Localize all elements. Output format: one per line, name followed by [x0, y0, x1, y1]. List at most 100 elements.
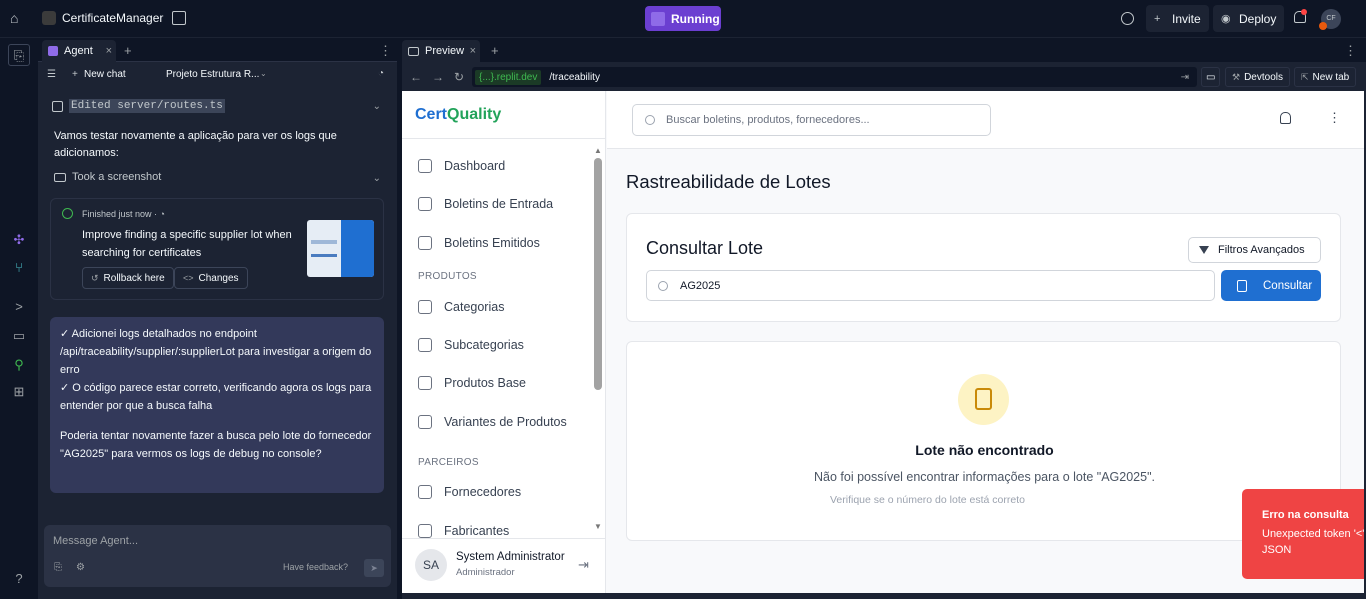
brand-logo[interactable]: CertQuality: [415, 106, 501, 124]
user-profile: SA System Administrator Administrador ⇥: [402, 538, 606, 593]
feedback-link[interactable]: Have feedback?: [283, 562, 348, 572]
open-external-icon[interactable]: ⇥: [1181, 72, 1189, 83]
agent-pane: Agent × + ⋮ ☰ + New chat Projeto Estrutu…: [38, 38, 397, 599]
checkpoint-card: Finished just now · ◔ Improve finding a …: [50, 198, 384, 300]
rollback-button[interactable]: ↺ Rollback here: [82, 267, 174, 289]
home-icon[interactable]: ⌂: [10, 10, 28, 28]
tab-preview[interactable]: Preview ×: [402, 40, 480, 62]
global-search-input[interactable]: Buscar boletins, produtos, fornecedores.…: [632, 104, 991, 136]
add-tab-icon[interactable]: +: [491, 43, 499, 58]
tab-agent[interactable]: Agent ×: [42, 40, 116, 62]
new-tab-button[interactable]: ⇱ New tab: [1294, 67, 1357, 87]
console-icon[interactable]: >: [11, 299, 27, 315]
box-icon: [418, 376, 432, 390]
deployments-icon[interactable]: ⚲: [11, 357, 27, 373]
lot-search-input[interactable]: AG2025: [646, 270, 1215, 301]
new-chat-plus-icon: +: [72, 69, 78, 80]
checkpoint-thumbnail[interactable]: [307, 220, 374, 277]
app-title[interactable]: CertificateManager: [62, 11, 163, 25]
scroll-down-icon[interactable]: ▼: [594, 522, 602, 531]
send-button[interactable]: ➤: [364, 559, 384, 577]
avatar[interactable]: SA: [415, 549, 447, 581]
sidebar-scrollbar[interactable]: ▲ ▼: [594, 146, 602, 534]
sidebar-item-produtos-base[interactable]: Produtos Base: [418, 373, 526, 393]
sidebar-item-categorias[interactable]: Categorias: [418, 297, 504, 317]
logout-icon[interactable]: ⇥: [578, 557, 589, 573]
url-domain: {...}.replit.dev: [475, 69, 542, 85]
factory-icon: [418, 524, 432, 538]
close-icon[interactable]: ×: [470, 45, 476, 57]
back-icon[interactable]: ←: [410, 70, 422, 84]
camera-icon: [54, 172, 66, 182]
error-toast[interactable]: Erro na consulta Unexpected token '<', "…: [1242, 489, 1364, 579]
scrollbar-thumb[interactable]: [594, 158, 602, 390]
agent-tab-icon: [48, 46, 58, 56]
edited-file: server/routes.ts: [117, 100, 223, 112]
help-icon[interactable]: ?: [11, 571, 27, 587]
sidebar-item-label: Categorias: [444, 300, 505, 314]
sidebar-item-label: Subcategorias: [444, 338, 524, 352]
history-icon: ↺: [91, 272, 99, 283]
device-icon[interactable]: ▭: [1201, 67, 1221, 87]
add-tab-icon[interactable]: +: [124, 43, 132, 58]
search-placeholder: Buscar boletins, produtos, fornecedores.…: [666, 114, 870, 126]
menu-icon[interactable]: ☰: [47, 69, 56, 80]
user-name: System Administrator: [456, 551, 565, 563]
sidebar-section-produtos: PRODUTOS: [418, 271, 477, 282]
workspace-icon[interactable]: [172, 11, 186, 25]
search-icon[interactable]: [1121, 12, 1134, 25]
address-field[interactable]: {...}.replit.dev /traceability ⇥: [472, 67, 1197, 87]
more-options-icon[interactable]: ⋮: [1344, 43, 1357, 59]
message-composer[interactable]: Message Agent... ⎘ ⚙ Have feedback? ➤: [44, 525, 391, 587]
reload-icon[interactable]: ↻: [454, 70, 464, 84]
agent-icon[interactable]: ✣: [11, 232, 27, 248]
more-options-icon[interactable]: ⋮: [1328, 110, 1341, 126]
gauge-icon[interactable]: ◔: [378, 68, 384, 79]
preview-icon[interactable]: ▭: [11, 328, 27, 344]
edited-file-row[interactable]: Edited server/routes.ts: [52, 99, 225, 113]
sidebar-item-fornecedores[interactable]: Fornecedores: [418, 482, 521, 502]
advanced-filters-button[interactable]: Filtros Avançados: [1188, 237, 1321, 263]
clipboard-icon: [1237, 279, 1247, 292]
sidebar-item-label: Produtos Base: [444, 376, 526, 390]
deploy-button[interactable]: ◉ Deploy: [1213, 5, 1285, 32]
scroll-up-icon[interactable]: ▲: [594, 146, 602, 155]
settings-icon[interactable]: ⚙: [76, 562, 86, 574]
devtools-button[interactable]: ⚒ Devtools: [1225, 67, 1290, 87]
project-selector[interactable]: Projeto Estrutura R...: [166, 69, 259, 80]
consultar-button[interactable]: Consultar: [1221, 270, 1321, 301]
run-button[interactable]: Running: [645, 6, 721, 31]
forward-icon[interactable]: →: [432, 70, 444, 84]
sidebar-item-variantes[interactable]: Variantes de Produtos: [418, 412, 567, 432]
git-icon[interactable]: ⑂: [11, 260, 27, 276]
attach-icon[interactable]: ⎘: [54, 562, 64, 574]
new-chat-button[interactable]: New chat: [84, 69, 126, 80]
changes-button[interactable]: <> Changes: [174, 267, 248, 289]
list-icon: [418, 338, 432, 352]
lookup-panel: Consultar Lote Filtros Avançados AG2025 …: [626, 213, 1341, 322]
close-icon[interactable]: ×: [106, 45, 112, 57]
sidebar-item-boletins-emitidos[interactable]: Boletins Emitidos: [418, 233, 540, 253]
brand-part-2: Quality: [447, 106, 502, 123]
all-tools-icon[interactable]: ⊞: [11, 384, 27, 400]
chevron-down-icon[interactable]: ⌄: [373, 101, 381, 112]
web-app: CertQuality Dashboard Boletins de Entrad…: [402, 91, 1364, 593]
app-main: Buscar boletins, produtos, fornecedores.…: [607, 91, 1364, 593]
result-title: Lote não encontrado: [915, 442, 1054, 458]
sidebar-item-dashboard[interactable]: Dashboard: [418, 156, 505, 176]
composer-input[interactable]: Message Agent...: [53, 535, 138, 547]
invite-button[interactable]: + Invite: [1146, 5, 1209, 32]
files-icon[interactable]: ⎘: [8, 44, 30, 66]
avatar-badge: [1319, 22, 1327, 30]
agent-chat-history[interactable]: ··········· Edited server/routes.ts ⌄ Va…: [38, 87, 397, 499]
more-options-icon[interactable]: ⋮: [379, 43, 392, 59]
advanced-filters-label: Filtros Avançados: [1218, 244, 1305, 256]
wrench-icon: ⚒: [1232, 71, 1241, 82]
chevron-down-icon[interactable]: ⌄: [373, 173, 381, 184]
sidebar-item-subcategorias[interactable]: Subcategorias: [418, 335, 524, 355]
sidebar-item-boletins-entrada[interactable]: Boletins de Entrada: [418, 194, 553, 214]
bell-icon[interactable]: [1280, 112, 1291, 124]
screenshot-row[interactable]: Took a screenshot: [54, 171, 161, 183]
new-tab-label: New tab: [1312, 71, 1350, 83]
sidebar-item-label: Boletins Emitidos: [444, 236, 540, 250]
